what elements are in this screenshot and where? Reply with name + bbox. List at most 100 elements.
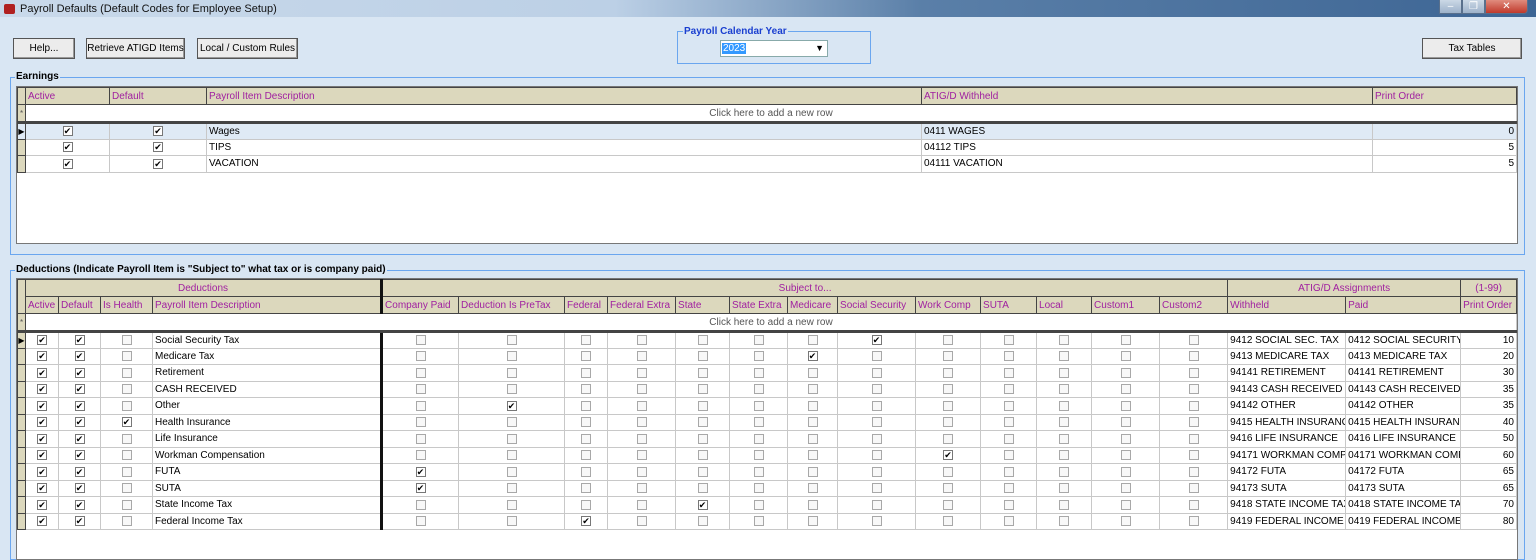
social-security-cell[interactable] [837, 479, 917, 497]
is-health-checkbox[interactable] [121, 516, 132, 527]
state-cell[interactable] [675, 463, 731, 481]
deductions-row[interactable]: ▶ ✔ ✔ Social Security Tax ✔ 9412 SOCIAL SE… [17, 331, 1517, 349]
col-social-security[interactable]: Social Security [837, 296, 917, 314]
pretax-cell[interactable] [458, 496, 566, 514]
state-extra-checkbox[interactable] [753, 516, 764, 527]
earnings-row[interactable]: ▶ ✔ ✔ Wages 0411 WAGES 0 [17, 122, 1517, 140]
deductions-row[interactable]: ✔ ✔ FUTA ✔ 94172 FUTA 04172 FUTA 65 [17, 463, 1517, 481]
medicare-checkbox[interactable] [807, 417, 818, 428]
default-cell[interactable]: ✔ [58, 380, 101, 398]
state-checkbox[interactable]: ✔ [697, 499, 708, 510]
active-cell[interactable]: ✔ [25, 413, 59, 431]
federal-extra-checkbox[interactable] [636, 450, 647, 461]
local-cell[interactable] [1036, 496, 1093, 514]
local-checkbox[interactable] [1059, 450, 1070, 461]
social-security-cell[interactable]: ✔ [837, 331, 917, 349]
work-comp-checkbox[interactable] [943, 384, 954, 395]
custom2-cell[interactable] [1159, 512, 1229, 530]
custom2-checkbox[interactable] [1188, 466, 1199, 477]
description-cell[interactable]: TIPS [206, 138, 922, 156]
is-health-checkbox[interactable] [121, 450, 132, 461]
work-comp-checkbox[interactable] [943, 516, 954, 527]
pretax-checkbox[interactable] [506, 516, 517, 527]
custom1-checkbox[interactable] [1120, 335, 1131, 346]
medicare-checkbox[interactable] [807, 466, 818, 477]
pretax-cell[interactable] [458, 446, 566, 464]
medicare-checkbox[interactable] [807, 450, 818, 461]
is-health-checkbox[interactable] [121, 351, 132, 362]
company-paid-checkbox[interactable] [415, 367, 426, 378]
suta-cell[interactable] [980, 397, 1038, 415]
default-checkbox[interactable]: ✔ [74, 450, 85, 461]
print-order-cell[interactable]: 5 [1372, 138, 1517, 156]
default-checkbox[interactable]: ✔ [74, 433, 85, 444]
row-selector[interactable] [17, 512, 26, 530]
description-cell[interactable]: FUTA [151, 463, 383, 481]
active-checkbox[interactable]: ✔ [37, 433, 47, 444]
social-security-cell[interactable] [837, 347, 917, 365]
local-cell[interactable] [1036, 430, 1093, 448]
custom1-cell[interactable] [1091, 496, 1161, 514]
suta-cell[interactable] [980, 463, 1038, 481]
is-health-cell[interactable]: ✔ [100, 413, 153, 431]
federal-cell[interactable] [564, 364, 609, 382]
work-comp-checkbox[interactable] [943, 433, 954, 444]
custom2-cell[interactable] [1159, 331, 1229, 349]
federal-checkbox[interactable] [581, 367, 592, 378]
state-cell[interactable] [675, 347, 731, 365]
suta-checkbox[interactable] [1003, 433, 1014, 444]
federal-extra-checkbox[interactable] [636, 466, 647, 477]
federal-extra-cell[interactable] [607, 347, 677, 365]
row-selector[interactable] [17, 413, 26, 431]
federal-extra-cell[interactable] [607, 380, 677, 398]
company-paid-cell[interactable] [380, 496, 460, 514]
description-cell[interactable]: Workman Compensation [151, 446, 383, 464]
row-selector[interactable] [17, 496, 26, 514]
is-health-checkbox[interactable] [121, 466, 132, 477]
col-custom1[interactable]: Custom1 [1091, 296, 1161, 314]
social-security-cell[interactable] [837, 364, 917, 382]
paid-cell[interactable]: 0415 HEALTH INSURANCE [1345, 413, 1462, 431]
description-cell[interactable]: Other [151, 397, 383, 415]
state-checkbox[interactable] [697, 367, 708, 378]
company-paid-checkbox[interactable]: ✔ [415, 466, 426, 477]
medicare-checkbox[interactable] [807, 499, 818, 510]
federal-cell[interactable] [564, 479, 609, 497]
default-cell[interactable]: ✔ [58, 397, 101, 415]
active-cell[interactable]: ✔ [25, 155, 110, 173]
federal-cell[interactable] [564, 430, 609, 448]
add-new-row[interactable]: Click here to add a new row [25, 313, 1517, 333]
state-checkbox[interactable] [697, 483, 708, 494]
local-checkbox[interactable] [1059, 417, 1070, 428]
federal-cell[interactable] [564, 397, 609, 415]
description-cell[interactable]: Health Insurance [151, 413, 383, 431]
deductions-row[interactable]: ✔ ✔ Other ✔ 94142 OTHER 04142 OTHER 35 [17, 397, 1517, 415]
custom1-cell[interactable] [1091, 331, 1161, 349]
print-order-cell[interactable]: 30 [1460, 364, 1517, 382]
custom2-checkbox[interactable] [1188, 351, 1199, 362]
federal-extra-checkbox[interactable] [636, 483, 647, 494]
default-checkbox[interactable]: ✔ [153, 126, 163, 137]
custom1-cell[interactable] [1091, 364, 1161, 382]
medicare-cell[interactable] [787, 463, 839, 481]
row-selector[interactable]: ▶ [17, 331, 26, 349]
suta-cell[interactable] [980, 331, 1038, 349]
local-cell[interactable] [1036, 347, 1093, 365]
paid-cell[interactable]: 04141 RETIREMENT [1345, 364, 1462, 382]
custom1-cell[interactable] [1091, 479, 1161, 497]
federal-extra-cell[interactable] [607, 512, 677, 530]
col-custom2[interactable]: Custom2 [1159, 296, 1229, 314]
suta-checkbox[interactable] [1003, 400, 1014, 411]
suta-checkbox[interactable] [1003, 483, 1014, 494]
pretax-cell[interactable] [458, 463, 566, 481]
federal-extra-cell[interactable] [607, 430, 677, 448]
state-extra-checkbox[interactable] [753, 400, 764, 411]
active-checkbox[interactable]: ✔ [62, 126, 73, 137]
social-security-checkbox[interactable] [871, 400, 882, 411]
social-security-checkbox[interactable] [871, 384, 882, 395]
federal-checkbox[interactable] [581, 499, 592, 510]
state-extra-cell[interactable] [729, 347, 789, 365]
active-cell[interactable]: ✔ [25, 122, 110, 140]
federal-extra-cell[interactable] [607, 496, 677, 514]
work-comp-cell[interactable]: ✔ [915, 446, 982, 464]
